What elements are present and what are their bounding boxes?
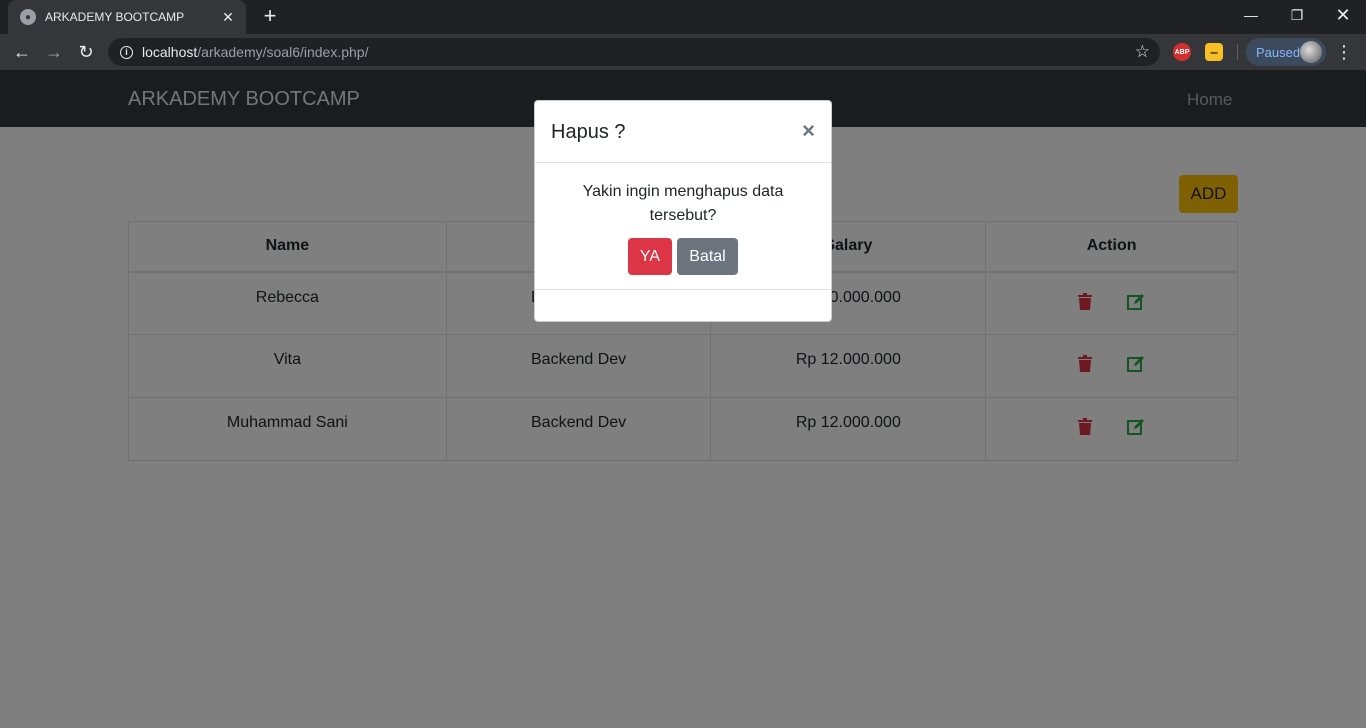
- url-path: /arkademy/soal6/index.php/: [197, 44, 369, 60]
- info-icon[interactable]: i: [120, 45, 133, 59]
- restore-icon[interactable]: ❐: [1274, 0, 1320, 30]
- modal-close-icon[interactable]: ×: [802, 119, 815, 143]
- modal-title: Hapus ?: [551, 121, 626, 143]
- browser-toolbar: ← → ↻ i localhost/arkademy/soal6/index.p…: [0, 34, 1366, 70]
- delete-confirm-modal: Hapus ? × Yakin ingin menghapus data ter…: [534, 100, 832, 322]
- url-text: localhost/arkademy/soal6/index.php/: [142, 44, 368, 60]
- toolbar-divider: [1237, 44, 1238, 60]
- bookmark-star-icon[interactable]: ☆: [1135, 42, 1150, 62]
- tab-title: ARKADEMY BOOTCAMP: [45, 10, 185, 24]
- modal-actions: YA Batal: [535, 238, 831, 275]
- address-bar[interactable]: i localhost/arkademy/soal6/index.php/ ☆: [108, 38, 1160, 66]
- globe-icon: ●: [20, 9, 36, 25]
- modal-body: Yakin ingin menghapus data tersebut? YA …: [535, 163, 831, 290]
- avatar: [1300, 41, 1322, 63]
- forward-arrow-icon[interactable]: →: [40, 38, 68, 66]
- modal-header: Hapus ? ×: [535, 101, 831, 163]
- window-close-icon[interactable]: ✕: [1320, 0, 1366, 30]
- back-arrow-icon[interactable]: ←: [8, 38, 36, 66]
- adblock-extension-icon[interactable]: ABP: [1173, 43, 1191, 61]
- profile-status: Paused: [1256, 44, 1301, 60]
- browser-menu-icon[interactable]: ⋮: [1334, 38, 1354, 66]
- cancel-button[interactable]: Batal: [677, 238, 738, 275]
- browser-tab[interactable]: ● ARKADEMY BOOTCAMP ✕: [8, 0, 246, 34]
- note-extension-icon[interactable]: ▬: [1205, 43, 1223, 61]
- confirm-delete-button[interactable]: YA: [628, 238, 672, 275]
- url-host: localhost: [142, 44, 198, 60]
- new-tab-button[interactable]: +: [258, 5, 282, 29]
- minimize-icon[interactable]: —: [1228, 0, 1274, 30]
- modal-message: Yakin ingin menghapus data tersebut?: [582, 183, 784, 224]
- browser-tab-bar: ● ARKADEMY BOOTCAMP ✕ + — ❐ ✕: [0, 0, 1366, 34]
- tab-close-icon[interactable]: ✕: [220, 9, 236, 26]
- reload-icon[interactable]: ↻: [72, 38, 100, 66]
- profile-button[interactable]: Paused: [1246, 38, 1326, 66]
